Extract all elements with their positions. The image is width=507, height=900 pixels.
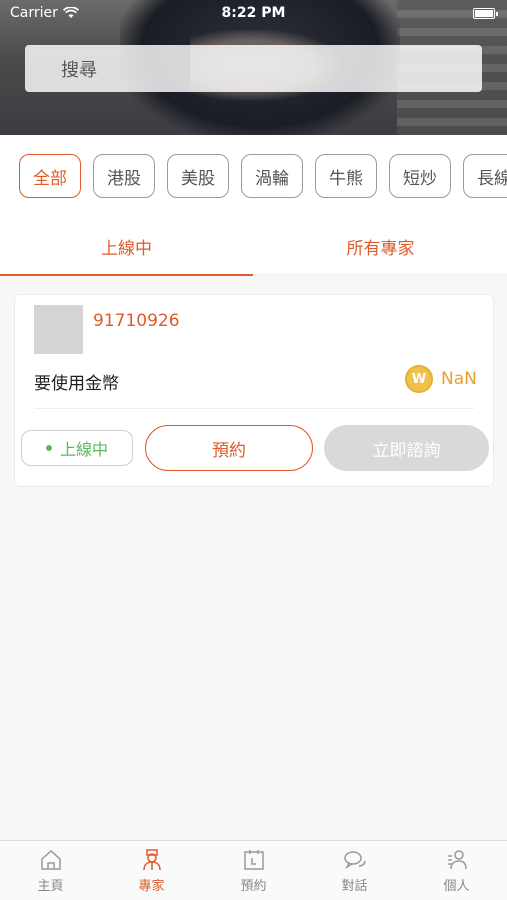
category-chip-all[interactable]: 全部 — [19, 154, 81, 198]
expert-card[interactable]: 91710926 要使用金幣 W NaN 上線中 預約 立即諮詢 — [14, 294, 494, 487]
book-button[interactable]: 預約 — [145, 425, 313, 471]
status-bar: Carrier 8:22 PM — [0, 0, 507, 28]
expert-id[interactable]: 91710926 — [93, 311, 180, 331]
home-icon — [40, 849, 61, 870]
profile-icon — [447, 850, 467, 870]
chat-icon — [343, 851, 366, 869]
online-dot-icon — [45, 445, 52, 451]
avatar[interactable] — [34, 305, 83, 354]
category-chip-us-stocks[interactable]: 美股 — [167, 154, 229, 198]
tabbar-label-booking: 預約 — [240, 879, 267, 894]
status-time: 8:22 PM — [221, 5, 286, 21]
tabbar-item-chat[interactable]: 對話 — [304, 841, 405, 900]
expert-icon — [142, 849, 161, 871]
coin-icon: W — [405, 365, 433, 393]
tabbar-item-home[interactable]: 主頁 — [0, 841, 101, 900]
calendar-icon — [243, 850, 264, 870]
tabbar-label-experts: 專家 — [138, 879, 165, 894]
expert-tabs: 上線中 所有專家 — [0, 217, 507, 276]
tab-all-experts[interactable]: 所有專家 — [254, 217, 507, 275]
category-chip-short-term[interactable]: 短炒 — [389, 154, 451, 198]
category-chip-hk-stocks[interactable]: 港股 — [93, 154, 155, 198]
category-chip-warrants[interactable]: 渦輪 — [241, 154, 303, 198]
category-filter-bar: 全部 港股 美股 渦輪 牛熊 短炒 長線 — [0, 135, 507, 217]
online-status-badge: 上線中 — [21, 430, 133, 466]
tabbar-label-chat: 對話 — [341, 879, 368, 894]
category-chip-long-term[interactable]: 長線 — [463, 154, 507, 198]
coin-value: NaN — [441, 369, 477, 389]
battery-icon — [473, 8, 498, 19]
tabbar-label-profile: 個人 — [443, 879, 470, 894]
tab-online[interactable]: 上線中 — [0, 217, 253, 276]
search-input[interactable]: 搜尋 — [25, 45, 482, 92]
tabbar-item-booking[interactable]: 預約 — [203, 841, 304, 900]
tabbar-label-home: 主頁 — [37, 879, 64, 894]
tabbar-item-experts[interactable]: 專家 — [101, 841, 202, 900]
card-divider — [34, 408, 474, 409]
consult-now-button[interactable]: 立即諮詢 — [324, 425, 489, 471]
online-status-label: 上線中 — [59, 440, 108, 459]
coin-requirement-label: 要使用金幣 — [34, 374, 119, 394]
tabbar-item-profile[interactable]: 個人 — [406, 841, 507, 900]
bottom-tab-bar: 主頁 專家 預約 對話 個人 — [0, 840, 507, 900]
category-chip-cbbc[interactable]: 牛熊 — [315, 154, 377, 198]
search-placeholder: 搜尋 — [61, 59, 97, 81]
